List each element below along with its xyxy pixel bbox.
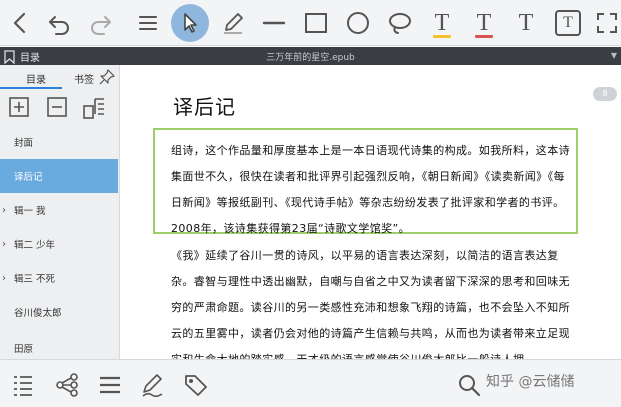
body-paragraph[interactable]: 《我》延续了谷川一贯的诗风，以平易的语言表达深刻，以简洁的语言表达复杂。睿智与理… [171,243,571,359]
sidebar-tabs: 目录 书签 [0,65,119,89]
chevron-right-icon[interactable]: › [2,273,6,284]
search-icon[interactable] [456,372,482,398]
lasso-icon[interactable] [381,4,419,42]
toc-tools [0,89,119,125]
top-toolbar: T T T T [0,0,621,46]
toc-sidebar: 目录 书签 封面 译后记 › 辑一 我 › 辑二 少年 › 辑三 不死 谷川俊太… [0,65,120,359]
toc-item[interactable]: 田原 [0,331,118,359]
mindmap-icon[interactable] [54,372,80,398]
toc-item-selected[interactable]: 译后记 [0,159,118,193]
rectangle-icon[interactable] [297,4,335,42]
page-number-badge: 8 [593,87,617,101]
text-box-icon[interactable]: T [549,4,587,42]
toc-item[interactable]: › 辑三 不死 [0,261,118,295]
toc-item[interactable]: 封面 [0,125,118,159]
pencil-icon[interactable] [214,4,252,42]
circle-icon[interactable] [339,4,377,42]
back-chevron-icon[interactable] [2,4,40,42]
reading-pane[interactable]: 8 译后记 组诗，这个作品量和厚度基本上是一本日语现代诗集的构成。如我所料，这本… [121,65,621,359]
toc-item[interactable]: 谷川俊太郎 [0,295,118,329]
highlight-color-bar [433,35,451,38]
toc-item[interactable]: › 辑一 我 [0,193,118,227]
pin-icon[interactable] [99,69,115,89]
bottom-toolbar: 知乎 @云储储 [0,359,621,407]
pointer-icon[interactable] [171,4,209,42]
text-highlight-icon[interactable]: T [423,4,461,42]
signature-icon[interactable] [140,372,166,398]
document-titlebar: 目录 三万年前的星空.epub ▼ [0,47,621,65]
text-icon[interactable]: T [507,4,545,42]
tag-icon[interactable] [183,372,209,398]
chevron-right-icon[interactable]: › [2,205,6,216]
line-icon[interactable] [255,4,293,42]
text-underline-icon[interactable]: T [465,4,503,42]
caret-down-icon[interactable]: ▼ [611,51,617,60]
underline-color-bar [475,35,493,38]
toc-list-icon[interactable] [10,372,36,398]
collapse-all-icon[interactable] [46,96,68,118]
document-filename: 三万年前的星空.epub [266,53,355,63]
toc-tree-icon[interactable] [82,96,104,119]
chapter-heading: 译后记 [173,95,236,119]
highlighted-paragraph[interactable]: 组诗，这个作品量和厚度基本上是一本日语现代诗集的构成。如我所料，这本诗集面世不久… [171,138,571,242]
fullscreen-icon[interactable] [588,4,621,42]
undo-icon[interactable] [40,4,78,42]
chevron-right-icon[interactable]: › [2,239,6,250]
expand-all-icon[interactable] [8,96,30,118]
tab-bookmarks[interactable]: 书签 [74,71,94,86]
menu-icon[interactable] [129,4,167,42]
tab-toc[interactable]: 目录 [26,71,46,86]
redo-icon[interactable] [82,4,120,42]
watermark-text: 知乎 @云储储 [486,374,575,390]
list-icon[interactable] [97,372,123,398]
toc-item[interactable]: › 辑二 少年 [0,227,118,261]
